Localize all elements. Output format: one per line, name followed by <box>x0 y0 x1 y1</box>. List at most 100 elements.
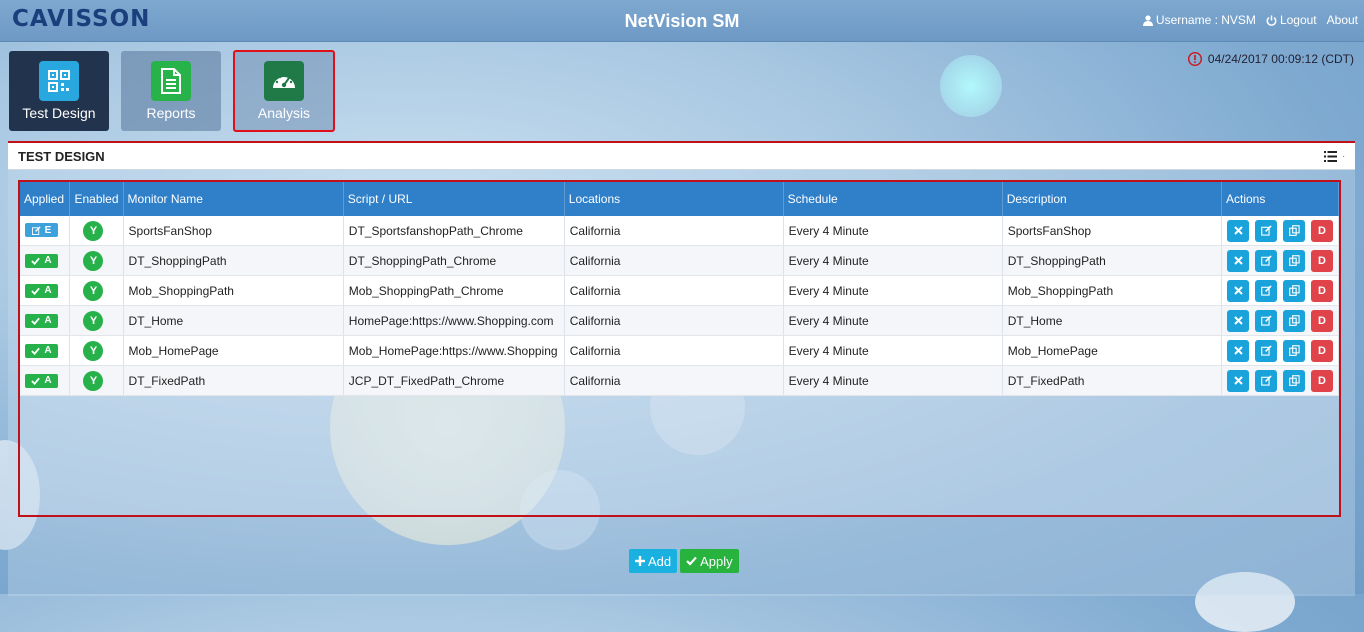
table-row[interactable]: A Y DT_Home HomePage:https://www.Shopping.c… <box>20 305 1339 336</box>
schedule: Every 4 Minute <box>783 335 1003 366</box>
close-icon <box>1233 256 1243 265</box>
enabled-indicator[interactable]: Y <box>83 280 104 301</box>
applied-badge[interactable]: E <box>25 223 58 238</box>
copy-button[interactable] <box>1283 339 1305 362</box>
copy-button[interactable] <box>1283 219 1305 242</box>
delete-button[interactable]: D <box>1311 219 1333 242</box>
copy-button[interactable] <box>1283 309 1305 332</box>
remove-button[interactable] <box>1227 219 1249 242</box>
table-row[interactable]: A Y DT_ShoppingPath DT_ShoppingPath_Chrome C… <box>20 245 1339 276</box>
close-icon <box>1233 316 1243 325</box>
copy-button[interactable] <box>1283 369 1305 392</box>
column-header: Enabled <box>69 182 124 216</box>
table-header-row: Applied Enabled Monitor Name Script / URL Lo… <box>20 182 1339 216</box>
edit-icon <box>31 226 41 235</box>
enabled-indicator[interactable]: Y <box>83 370 104 391</box>
description: DT_ShoppingPath <box>1002 245 1223 276</box>
description: Mob_HomePage <box>1002 335 1223 366</box>
delete-button[interactable]: D <box>1311 249 1333 272</box>
enabled-indicator[interactable]: Y <box>83 220 104 241</box>
delete-button[interactable]: D <box>1311 369 1333 392</box>
location: California <box>564 335 784 366</box>
panel-header: TEST DESIGN · <box>8 143 1355 170</box>
edit-icon <box>1260 255 1272 266</box>
edit-button[interactable] <box>1255 249 1277 272</box>
check-icon <box>686 556 697 566</box>
close-icon <box>1233 346 1243 355</box>
add-button[interactable]: Add <box>629 549 678 573</box>
monitor-name: DT_Home <box>123 305 344 336</box>
edit-button[interactable] <box>1255 369 1277 392</box>
about-link[interactable]: About <box>1327 13 1358 27</box>
actions-cell: D <box>1221 365 1339 396</box>
column-header: Schedule <box>783 182 1003 216</box>
check-icon <box>31 287 41 295</box>
applied-cell: A <box>20 245 71 276</box>
remove-button[interactable] <box>1227 279 1249 302</box>
qr-code-icon <box>39 61 79 101</box>
enabled-indicator[interactable]: Y <box>83 340 104 361</box>
edit-button[interactable] <box>1255 279 1277 302</box>
copy-button[interactable] <box>1283 279 1305 302</box>
document-icon <box>151 61 191 101</box>
tile-test-design[interactable]: Test Design <box>9 51 109 131</box>
tile-label: Test Design <box>22 105 96 121</box>
edit-button[interactable] <box>1255 309 1277 332</box>
table-row[interactable]: E Y SportsFanShop DT_SportsfanshopPath_Chro… <box>20 216 1339 246</box>
remove-button[interactable] <box>1227 339 1249 362</box>
applied-badge[interactable]: A <box>25 253 58 268</box>
enabled-cell: Y <box>69 305 124 336</box>
tile-label: Analysis <box>257 105 311 121</box>
copy-icon <box>1288 225 1300 236</box>
monitor-name: Mob_ShoppingPath <box>123 275 344 306</box>
tile-reports[interactable]: Reports <box>121 51 221 131</box>
script-url: HomePage:https://www.Shopping.com <box>343 305 565 336</box>
schedule: Every 4 Minute <box>783 275 1003 306</box>
list-menu-icon[interactable]: · <box>1324 150 1345 162</box>
enabled-cell: Y <box>69 275 124 306</box>
applied-cell: A <box>20 335 71 366</box>
delete-button[interactable]: D <box>1311 339 1333 362</box>
logout-link[interactable]: Logout <box>1266 13 1317 27</box>
enabled-indicator[interactable]: Y <box>83 250 104 271</box>
edit-button[interactable] <box>1255 219 1277 242</box>
copy-button[interactable] <box>1283 249 1305 272</box>
delete-button[interactable]: D <box>1311 279 1333 302</box>
column-header: Monitor Name <box>123 182 344 216</box>
test-design-panel: TEST DESIGN · Applied Enabled Monitor Name… <box>8 141 1355 596</box>
copy-icon <box>1288 255 1300 266</box>
applied-badge[interactable]: A <box>25 343 58 358</box>
remove-button[interactable] <box>1227 369 1249 392</box>
dashboard-gauge-icon <box>264 61 304 101</box>
monitor-name: SportsFanShop <box>123 216 344 246</box>
edit-icon <box>1260 345 1272 356</box>
tile-analysis[interactable]: Analysis <box>233 50 335 132</box>
column-header: Script / URL <box>343 182 565 216</box>
script-url: JCP_DT_FixedPath_Chrome <box>343 365 565 396</box>
close-icon <box>1233 286 1243 295</box>
script-url: Mob_ShoppingPath_Chrome <box>343 275 565 306</box>
applied-badge[interactable]: A <box>25 283 58 298</box>
column-header: Description <box>1002 182 1223 216</box>
table-row[interactable]: A Y Mob_ShoppingPath Mob_ShoppingPath_Chrom… <box>20 275 1339 306</box>
remove-button[interactable] <box>1227 309 1249 332</box>
description: DT_FixedPath <box>1002 365 1223 396</box>
location: California <box>564 305 784 336</box>
enabled-indicator[interactable]: Y <box>83 310 104 331</box>
apply-button[interactable]: Apply <box>680 549 739 573</box>
edit-button[interactable] <box>1255 339 1277 362</box>
applied-cell: A <box>20 275 71 306</box>
schedule: Every 4 Minute <box>783 365 1003 396</box>
table-row[interactable]: A Y DT_FixedPath JCP_DT_FixedPath_Chrome Cal… <box>20 365 1339 396</box>
check-icon <box>31 377 41 385</box>
script-url: DT_ShoppingPath_Chrome <box>343 245 565 276</box>
schedule: Every 4 Minute <box>783 216 1003 246</box>
tile-label: Reports <box>146 105 196 121</box>
applied-badge[interactable]: A <box>25 313 58 328</box>
applied-badge[interactable]: A <box>25 373 58 388</box>
delete-button[interactable]: D <box>1311 309 1333 332</box>
actions-cell: D <box>1221 216 1339 246</box>
table-row[interactable]: A Y Mob_HomePage Mob_HomePage:https://www.S… <box>20 335 1339 366</box>
remove-button[interactable] <box>1227 249 1249 272</box>
user-area: Username : NVSM Logout About <box>1142 13 1358 27</box>
